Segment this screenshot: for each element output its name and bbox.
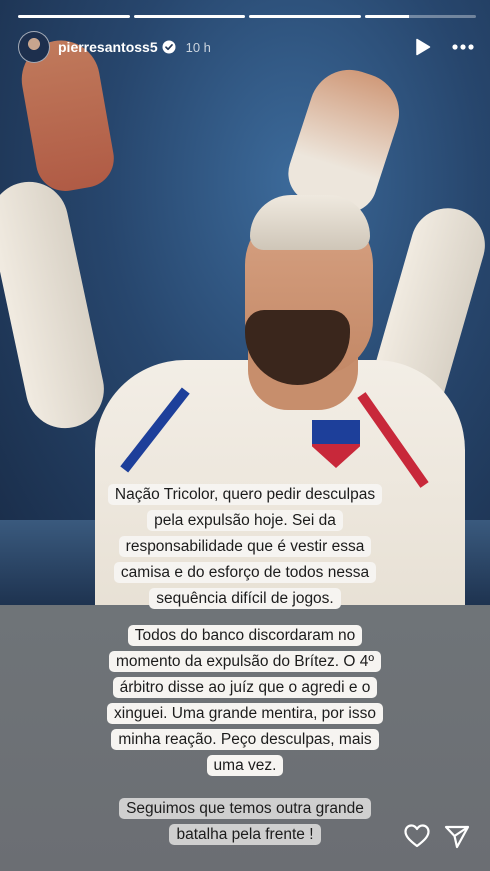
story-progress-bar	[18, 15, 476, 18]
caption-line: responsabilidade que é vestir essa	[0, 534, 490, 560]
caption-line: árbitro disse ao juíz que o agredi e o	[0, 675, 490, 701]
caption-line: Nação Tricolor, quero pedir desculpas	[0, 482, 490, 508]
player-left-arm	[0, 174, 112, 436]
username[interactable]: pierresantoss5	[58, 39, 158, 55]
progress-segment	[364, 15, 476, 18]
caption-text: momento da expulsão do Brítez. O 4º	[108, 651, 382, 672]
play-icon[interactable]	[412, 36, 434, 58]
caption-text: pela expulsão hoje. Sei da	[147, 510, 343, 531]
story-header: pierresantoss5 10 h	[18, 31, 476, 63]
send-icon[interactable]	[443, 823, 471, 851]
progress-fill	[364, 15, 410, 18]
caption-block-2: Todos do banco discordaram no momento da…	[0, 623, 490, 779]
caption-line: uma vez.	[0, 753, 490, 779]
caption-line: Todos do banco discordaram no	[0, 623, 490, 649]
caption-text: responsabilidade que é vestir essa	[118, 536, 372, 557]
caption-line: xinguei. Uma grande mentira, por isso	[0, 701, 490, 727]
progress-fill	[133, 15, 245, 18]
caption-text: sequência difícil de jogos.	[149, 588, 341, 609]
progress-fill	[249, 15, 361, 18]
progress-segment	[133, 15, 245, 18]
avatar[interactable]	[18, 31, 50, 63]
heart-icon[interactable]	[403, 822, 431, 850]
caption-line: minha reação. Peço desculpas, mais	[0, 727, 490, 753]
caption-text: uma vez.	[206, 755, 284, 776]
story-viewer[interactable]: pierresantoss5 10 h Nação Tricolor, quer…	[0, 0, 490, 871]
more-icon[interactable]	[450, 36, 476, 58]
caption-line: pela expulsão hoje. Sei da	[0, 508, 490, 534]
progress-segment	[18, 15, 130, 18]
player-hair	[250, 195, 370, 250]
caption-text: batalha pela frente !	[169, 824, 321, 845]
caption-block-1: Nação Tricolor, quero pedir desculpas pe…	[0, 482, 490, 612]
post-time: 10 h	[185, 39, 211, 55]
caption-text: Nação Tricolor, quero pedir desculpas	[107, 484, 383, 505]
progress-segment	[249, 15, 361, 18]
caption-text: Todos do banco discordaram no	[127, 625, 363, 646]
verified-badge-icon	[162, 40, 176, 54]
progress-fill	[18, 15, 130, 18]
caption-text: camisa e do esforço de todos nessa	[113, 562, 377, 583]
caption-line: sequência difícil de jogos.	[0, 586, 490, 612]
caption-text: árbitro disse ao juíz que o agredi e o	[112, 677, 378, 698]
caption-text: minha reação. Peço desculpas, mais	[111, 729, 379, 750]
caption-line: camisa e do esforço de todos nessa	[0, 560, 490, 586]
caption-text: xinguei. Uma grande mentira, por isso	[107, 703, 383, 724]
caption-text: Seguimos que temos outra grande	[119, 798, 371, 819]
caption-line: momento da expulsão do Brítez. O 4º	[0, 649, 490, 675]
caption-line: Seguimos que temos outra grande	[0, 796, 490, 822]
